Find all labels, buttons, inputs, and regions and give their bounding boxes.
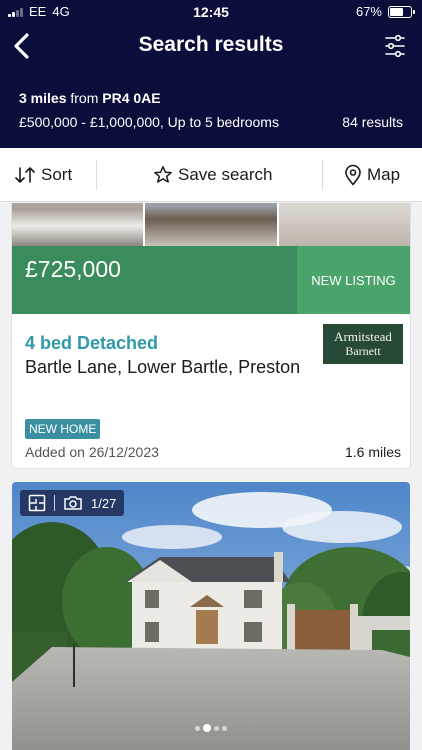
agent-logo[interactable]: Armitstead Barnett <box>323 324 403 364</box>
star-icon <box>154 166 172 183</box>
toolbar-divider <box>96 160 97 190</box>
agent-logo-line2: Barnett <box>345 344 381 358</box>
added-date: Added on 26/12/2023 <box>25 444 159 460</box>
carousel-dot-active[interactable] <box>203 724 211 732</box>
media-divider <box>54 495 55 511</box>
results-toolbar: Sort Save search Map <box>0 148 422 202</box>
search-radius: 3 miles <box>19 90 67 106</box>
price-bar: £725,000 NEW LISTING <box>12 246 410 314</box>
photo-counter: 1/27 <box>91 495 117 511</box>
sort-button[interactable]: Sort <box>14 148 72 202</box>
listing-photo[interactable] <box>12 482 410 750</box>
results-list[interactable]: £725,000 NEW LISTING 4 bed Detached Bart… <box>0 203 422 750</box>
carousel-dot[interactable] <box>195 725 200 731</box>
listing-card[interactable]: 1/27 <box>12 482 410 750</box>
map-label: Map <box>367 165 401 184</box>
listing-photo-dining <box>145 203 277 246</box>
new-listing-tag: NEW LISTING <box>297 246 410 314</box>
status-bar: EE 4G 12:45 67% <box>0 0 422 24</box>
new-home-badge: NEW HOME <box>25 419 101 439</box>
property-type: 4 bed Detached <box>25 333 159 353</box>
save-search-button[interactable]: Save search <box>153 148 273 202</box>
agent-logo-line1: Armitstead <box>334 329 392 344</box>
sliders-icon <box>385 34 405 58</box>
map-button[interactable]: Map <box>344 148 400 202</box>
nav-bar: Search results <box>0 24 422 68</box>
search-postcode: PR4 0AE <box>102 90 161 106</box>
floorplan-icon[interactable] <box>28 494 46 512</box>
page-title: Search results <box>138 33 284 56</box>
search-criteria: £500,000 - £1,000,000, Up to 5 bedrooms <box>19 114 279 130</box>
property-address: Bartle Lane, Lower Bartle, Preston <box>25 357 301 377</box>
battery-icon <box>388 5 415 18</box>
listing-distance: 1.6 miles <box>344 444 401 460</box>
carousel-dots[interactable] <box>12 724 410 732</box>
listing-photo-bedroom <box>12 203 144 246</box>
status-right: 67% <box>355 4 415 19</box>
media-overlay[interactable]: 1/27 <box>20 490 125 516</box>
from-text: from <box>70 90 99 106</box>
carousel-dot[interactable] <box>214 725 219 731</box>
listing-card[interactable]: £725,000 NEW LISTING 4 bed Detached Bart… <box>12 203 410 468</box>
search-location: 3 miles from PR4 0AE <box>19 90 161 106</box>
results-count: 84 results <box>342 114 403 130</box>
search-summary[interactable]: 3 miles from PR4 0AE £500,000 - £1,000,0… <box>0 68 422 148</box>
camera-icon <box>64 496 82 510</box>
toolbar-divider <box>322 160 323 190</box>
sort-arrows-icon <box>15 167 35 183</box>
listing-price: £725,000 <box>25 256 121 282</box>
listing-photo-landing <box>278 203 410 246</box>
battery-percent: 67% <box>355 4 382 19</box>
map-pin-icon <box>345 164 361 186</box>
filters-button[interactable] <box>384 34 406 58</box>
save-search-label: Save search <box>178 165 273 184</box>
listing-photo-strip[interactable] <box>12 203 410 246</box>
sort-label: Sort <box>41 165 73 184</box>
carousel-dot[interactable] <box>222 725 227 731</box>
